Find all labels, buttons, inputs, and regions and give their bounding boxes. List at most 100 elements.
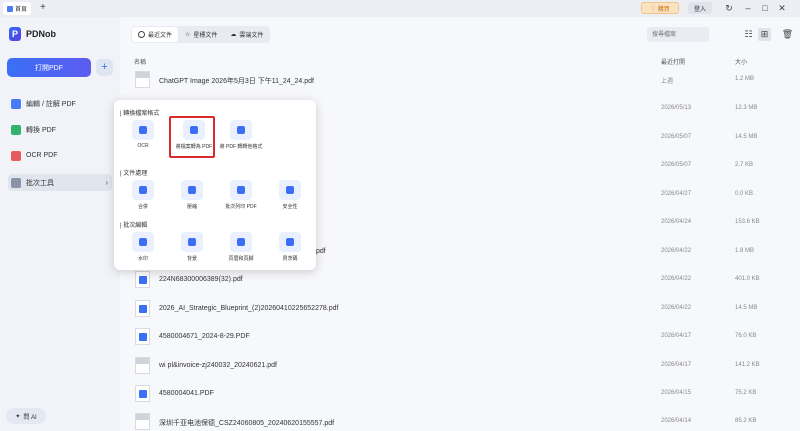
- file-date: 2026/04/17: [661, 362, 692, 368]
- column-date[interactable]: 最近打開: [661, 57, 685, 66]
- file-size: 14.5 MB: [735, 305, 758, 311]
- file-row[interactable]: 4580004671_2024-8-29.PDF 2026/04/17 76.0 K…: [131, 323, 787, 351]
- tool-label: 背景: [186, 256, 197, 262]
- file-size: 153.6 KB: [735, 219, 760, 225]
- file-date: 2026/04/24: [661, 219, 692, 225]
- file-date: 2026/04/22: [661, 248, 692, 254]
- tool-label: 批次列印 PDF: [225, 204, 257, 210]
- to-pdf-tool[interactable]: 將檔案轉為 PDF: [169, 116, 215, 158]
- tab-home[interactable]: 首頁: [3, 2, 31, 15]
- ask-ai-label: 問 AI: [23, 414, 37, 421]
- merge-tool[interactable]: 合併: [120, 178, 166, 214]
- merge-icon: [132, 180, 154, 200]
- file-date: 2026/04/17: [661, 333, 692, 339]
- file-row[interactable]: 4580004041.PDF 2026/04/15 75.2 KB: [131, 380, 787, 408]
- sidebar-item-label: 編輯 / 註解 PDF: [26, 100, 76, 108]
- tool-label: 安全性: [282, 204, 298, 210]
- file-size: 2.7 KB: [735, 162, 754, 168]
- security-tool[interactable]: 安全性: [267, 178, 313, 214]
- file-date: 2026/05/13: [661, 105, 692, 111]
- tool-label: 貝茨碼: [282, 256, 298, 262]
- column-name[interactable]: 名稱: [134, 57, 146, 66]
- minimize-icon[interactable]: –: [742, 2, 754, 14]
- tab-label: 最近文件: [148, 33, 173, 39]
- file-row[interactable]: ChatGPT Image 2026年5月3日 下午11_24_24.pdf 上週…: [131, 66, 787, 94]
- pdf-convert-icon: [230, 120, 252, 140]
- section-title: | 文件處理: [120, 171, 148, 177]
- header-footer-tool[interactable]: 頁眉和頁腳: [218, 230, 264, 266]
- delete-icon[interactable]: 🗑: [781, 28, 794, 41]
- new-tab-button[interactable]: +: [40, 2, 46, 13]
- sidebar-item-convert[interactable]: 轉換 PDF: [8, 121, 112, 138]
- ocr-tool[interactable]: OCR: [120, 118, 166, 154]
- batch-print-tool[interactable]: 批次列印 PDF: [218, 178, 264, 214]
- compress-tool[interactable]: 壓縮: [169, 178, 215, 214]
- file-thumbnail: [135, 413, 150, 430]
- batch-icon: [11, 177, 21, 188]
- file-size: 76.0 KB: [735, 333, 757, 339]
- brand-name: PDNob: [26, 29, 56, 39]
- header-footer-icon: [230, 232, 252, 252]
- batch-tools-popover: | 轉換檔案格式 OCR 將檔案轉為 PDF 將 PDF 轉轉他格式 | 文件處…: [114, 100, 316, 270]
- convert-icon: [11, 124, 21, 135]
- sidebar-item-edit[interactable]: 編輯 / 註解 PDF: [8, 95, 112, 112]
- pdf-to-other-tool[interactable]: 將 PDF 轉轉他格式: [218, 118, 264, 154]
- file-size: 401.0 KB: [735, 276, 760, 282]
- refresh-icon[interactable]: ↻: [723, 2, 735, 14]
- file-name: 4580004041.PDF: [159, 390, 214, 397]
- file-row[interactable]: 2026_AI_Strategic_Blueprint_(2)202604102…: [131, 295, 787, 323]
- file-name: ChatGPT Image 2026年5月3日 下午11_24_24.pdf: [159, 78, 314, 85]
- maximize-icon[interactable]: □: [759, 2, 771, 14]
- ai-icon: ✦: [15, 413, 21, 420]
- file-tabs: 最近文件 ☆ 星標文件 ☁ 雲端文件: [131, 26, 271, 43]
- login-button[interactable]: 登入: [688, 2, 712, 14]
- section-title: | 轉換檔案格式: [120, 111, 160, 117]
- watermark-tool[interactable]: 水印: [120, 230, 166, 266]
- sidebar-item-label: OCR PDF: [26, 152, 58, 159]
- tool-label: 水印: [137, 256, 148, 262]
- file-thumbnail: [135, 357, 150, 374]
- tool-label: 將檔案轉為 PDF: [175, 144, 213, 150]
- home-icon: [6, 5, 13, 12]
- bates-tool[interactable]: 貝茨碼: [267, 230, 313, 266]
- tab-recent[interactable]: 最近文件: [132, 27, 179, 42]
- search-input[interactable]: [647, 27, 709, 42]
- file-row[interactable]: 224N68300006389(32).pdf 2026/04/22 401.0 K…: [131, 266, 787, 294]
- tool-label: 壓縮: [186, 204, 197, 210]
- tab-cloud[interactable]: ☁ 雲端文件: [224, 27, 269, 42]
- ocr-icon: [11, 150, 21, 161]
- edit-icon: [11, 98, 21, 109]
- file-size: 1.8 MB: [735, 248, 755, 254]
- file-name: wi pl&invoice-zj240032_20240621.pdf: [159, 362, 277, 369]
- grid-view-icon[interactable]: ⊞: [758, 28, 771, 41]
- background-icon: [181, 232, 203, 252]
- logo-icon: P: [9, 27, 21, 41]
- file-size: 12.3 MB: [735, 105, 758, 111]
- background-tool[interactable]: 背景: [169, 230, 215, 266]
- tab-starred[interactable]: ☆ 星標文件: [179, 27, 223, 42]
- bates-number-icon: [279, 232, 301, 252]
- title-bar: 首頁 + ♡ 購買 登入 ↻ – □ ✕: [0, 0, 800, 17]
- file-row[interactable]: 深圳千亚电池保德_CSZ24060805_20240620155557.pdf 2…: [131, 408, 787, 431]
- file-thumbnail: [135, 71, 150, 88]
- file-name: 2026_AI_Strategic_Blueprint_(2)202604102…: [159, 305, 339, 312]
- section-title: | 批次編輯: [120, 223, 148, 229]
- file-row[interactable]: wi pl&invoice-zj240032_20240621.pdf 2026/…: [131, 352, 787, 380]
- file-name: pdf: [316, 248, 326, 255]
- ocr-icon: [132, 120, 154, 140]
- column-size[interactable]: 大小: [735, 57, 747, 66]
- file-size: 0.0 KB: [735, 191, 754, 197]
- open-pdf-button[interactable]: 打開PDF: [7, 58, 91, 77]
- ask-ai-button[interactable]: ✦ 問 AI: [6, 408, 46, 424]
- sidebar-item-ocr[interactable]: OCR PDF: [8, 147, 112, 164]
- list-view-icon[interactable]: ☷: [742, 28, 755, 41]
- add-button[interactable]: +: [96, 59, 113, 76]
- file-date: 2026/04/22: [661, 276, 692, 282]
- file-size: 141.2 KB: [735, 362, 760, 368]
- tab-home-label: 首頁: [14, 7, 27, 13]
- sidebar-item-label: 轉換 PDF: [26, 126, 56, 134]
- close-icon[interactable]: ✕: [776, 2, 788, 14]
- upgrade-button[interactable]: ♡ 購買: [641, 2, 679, 14]
- sidebar-item-batch[interactable]: 批次工具 ›: [8, 174, 112, 191]
- file-size: 14.5 MB: [735, 134, 758, 140]
